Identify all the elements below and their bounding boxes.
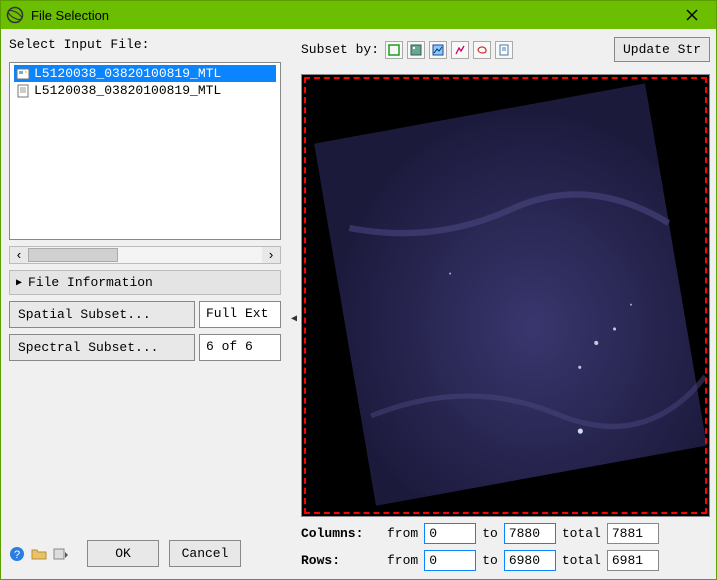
scroll-track[interactable] xyxy=(28,247,262,263)
columns-row: Columns: from to total 7881 xyxy=(301,523,710,544)
from-label: from xyxy=(387,526,418,541)
subset-map-icon[interactable] xyxy=(429,41,447,59)
rows-total-value: 6981 xyxy=(607,550,659,571)
subset-image-icon[interactable] xyxy=(407,41,425,59)
bottom-toolbar: ? OK Cancel xyxy=(9,536,287,571)
preview-image xyxy=(302,75,709,516)
spectral-subset-value: 6 of 6 xyxy=(199,334,281,361)
subset-file-icon[interactable] xyxy=(495,41,513,59)
subset-roi-icon[interactable] xyxy=(473,41,491,59)
settings-dropdown-icon[interactable] xyxy=(53,546,69,562)
file-information-header[interactable]: ▶ File Information xyxy=(9,270,281,295)
right-pane: Subset by: Update Str xyxy=(295,29,716,579)
window-title: File Selection xyxy=(31,8,672,23)
pane-collapse-handle[interactable]: ◀ xyxy=(289,309,299,329)
rows-to-input[interactable] xyxy=(504,550,556,571)
scroll-left-icon[interactable]: ‹ xyxy=(10,247,28,263)
subset-toolbar: Subset by: Update Str xyxy=(301,37,710,62)
image-file-icon xyxy=(16,67,30,81)
update-button[interactable]: Update Str xyxy=(614,37,710,62)
file-list[interactable]: L5120038_03820100819_MTL L5120038_038201… xyxy=(9,62,281,240)
file-name: L5120038_03820100819_MTL xyxy=(34,66,221,81)
to-label: to xyxy=(482,526,498,541)
columns-total-value: 7881 xyxy=(607,523,659,544)
file-name: L5120038_03820100819_MTL xyxy=(34,83,221,98)
file-item[interactable]: L5120038_03820100819_MTL xyxy=(14,65,276,82)
scroll-right-icon[interactable]: › xyxy=(262,247,280,263)
left-pane: Select Input File: L5120038_03820100819_… xyxy=(1,29,295,579)
spectral-subset-button[interactable]: Spectral Subset... xyxy=(9,334,195,361)
subset-vector-icon[interactable] xyxy=(451,41,469,59)
total-label: total xyxy=(562,526,601,541)
file-list-hscrollbar[interactable]: ‹ › xyxy=(9,246,281,264)
close-icon xyxy=(686,9,698,21)
file-selection-window: File Selection Select Input File: L51200… xyxy=(0,0,717,580)
image-preview[interactable] xyxy=(301,74,710,517)
spatial-subset-value: Full Ext xyxy=(199,301,281,328)
expand-right-icon: ▶ xyxy=(16,277,22,289)
total-label: total xyxy=(562,553,601,568)
file-information-label: File Information xyxy=(28,275,153,290)
columns-from-input[interactable] xyxy=(424,523,476,544)
file-item[interactable]: L5120038_03820100819_MTL xyxy=(14,82,276,99)
titlebar[interactable]: File Selection xyxy=(1,1,716,29)
from-label: from xyxy=(387,553,418,568)
meta-file-icon xyxy=(16,84,30,98)
rows-from-input[interactable] xyxy=(424,550,476,571)
rows-label: Rows: xyxy=(301,553,381,568)
select-input-label: Select Input File: xyxy=(9,37,287,52)
folder-icon[interactable] xyxy=(31,546,47,562)
rows-row: Rows: from to total 6981 xyxy=(301,550,710,571)
subset-by-label: Subset by: xyxy=(301,42,379,57)
scroll-thumb[interactable] xyxy=(28,248,118,262)
help-icon[interactable]: ? xyxy=(9,546,25,562)
window-body: Select Input File: L5120038_03820100819_… xyxy=(1,29,716,579)
columns-to-input[interactable] xyxy=(504,523,556,544)
spatial-subset-button[interactable]: Spatial Subset... xyxy=(9,301,195,328)
close-button[interactable] xyxy=(672,3,712,27)
subset-full-extent-icon[interactable] xyxy=(385,41,403,59)
ok-button[interactable]: OK xyxy=(87,540,159,567)
svg-text:?: ? xyxy=(14,549,20,561)
cancel-button[interactable]: Cancel xyxy=(169,540,241,567)
columns-label: Columns: xyxy=(301,526,381,541)
app-icon xyxy=(5,5,25,25)
to-label: to xyxy=(482,553,498,568)
